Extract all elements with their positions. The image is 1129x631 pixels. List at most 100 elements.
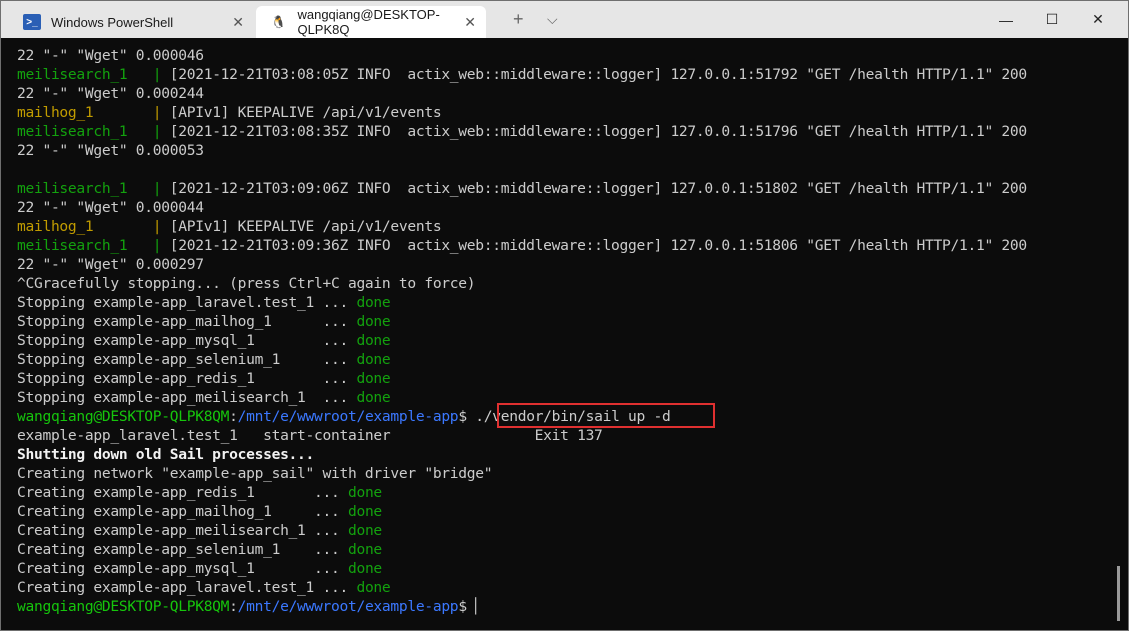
terminal-text: mailhog_1: [17, 218, 153, 235]
terminal-text: example-app_laravel.test_1 start-contain…: [17, 427, 603, 444]
terminal-line: mailhog_1 | [APIv1] KEEPALIVE /api/v1/ev…: [17, 217, 1027, 236]
terminal-text: Stopping example-app_selenium_1 ...: [17, 351, 357, 368]
terminal-text: done: [347, 484, 382, 501]
terminal-text: done: [356, 351, 391, 368]
terminal-text: Stopping example-app_laravel.test_1 ...: [17, 294, 357, 311]
terminal-text: [2021-12-21T03:09:06Z INFO actix_web::mi…: [169, 180, 1027, 197]
terminal-text: Stopping example-app_redis_1 ...: [17, 370, 357, 387]
terminal-line: Shutting down old Sail processes...: [17, 445, 1027, 464]
terminal-text: |: [152, 237, 170, 254]
terminal-text: done: [356, 294, 391, 311]
terminal-line: meilisearch_1 | [2021-12-21T03:09:36Z IN…: [17, 236, 1027, 255]
terminal-text: done: [356, 332, 391, 349]
terminal-text: done: [347, 503, 382, 520]
terminal-line: Stopping example-app_mailhog_1 ... done: [17, 312, 1027, 331]
terminal-text: done: [347, 560, 382, 577]
command-highlight-box: [497, 403, 715, 428]
tab-label: wangqiang@DESKTOP-QLPK8Q: [297, 7, 440, 37]
terminal-text: ▏: [475, 598, 484, 615]
terminal-line: 22 "-" "Wget" 0.000244: [17, 84, 1027, 103]
terminal-line: Stopping example-app_redis_1 ... done: [17, 369, 1027, 388]
tab-windows-powershell[interactable]: >_ Windows PowerShell ✕: [9, 6, 254, 38]
terminal-text: Stopping example-app_mysql_1 ...: [17, 332, 357, 349]
terminal-text: done: [347, 541, 382, 558]
terminal-text: :: [229, 598, 238, 615]
terminal-text: meilisearch_1: [17, 66, 153, 83]
close-tab-icon[interactable]: ✕: [232, 14, 244, 31]
terminal-text: [2021-12-21T03:09:36Z INFO actix_web::mi…: [169, 237, 1027, 254]
powershell-icon: >_: [23, 14, 41, 30]
terminal-text: wangqiang@DESKTOP-QLPK8QM: [17, 598, 230, 615]
terminal-text: [APIv1] KEEPALIVE /api/v1/events: [169, 218, 442, 235]
terminal-line: Creating example-app_meilisearch_1 ... d…: [17, 521, 1027, 540]
terminal-text: /mnt/e/wwwroot/example-app: [237, 408, 459, 425]
terminal-text: :: [229, 408, 238, 425]
terminal-text: Creating example-app_laravel.test_1 ...: [17, 579, 357, 596]
terminal-text: |: [152, 218, 170, 235]
terminal-text: Creating example-app_mailhog_1 ...: [17, 503, 348, 520]
scrollbar[interactable]: [1117, 566, 1120, 621]
terminal-text: Stopping example-app_meilisearch_1 ...: [17, 389, 357, 406]
terminal-text: Creating example-app_selenium_1 ...: [17, 541, 348, 558]
close-button[interactable]: ✕: [1075, 1, 1121, 38]
terminal-text: Creating example-app_mysql_1 ...: [17, 560, 348, 577]
terminal-line: wangqiang@DESKTOP-QLPK8QM:/mnt/e/wwwroot…: [17, 597, 1027, 616]
terminal-text: |: [152, 104, 170, 121]
terminal-text: 22 "-" "Wget" 0.000053: [17, 142, 204, 159]
terminal-text: mailhog_1: [17, 104, 153, 121]
terminal-line: mailhog_1 | [APIv1] KEEPALIVE /api/v1/ev…: [17, 103, 1027, 122]
terminal-text: [2021-12-21T03:08:05Z INFO actix_web::mi…: [169, 66, 1027, 83]
terminal-text: done: [356, 579, 391, 596]
close-tab-icon[interactable]: ✕: [464, 14, 476, 31]
terminal-line: Creating example-app_selenium_1 ... done: [17, 540, 1027, 559]
terminal-text: done: [356, 370, 391, 387]
linux-penguin-icon: 🐧: [271, 15, 287, 29]
terminal-line: Creating network "example-app_sail" with…: [17, 464, 1027, 483]
terminal-text: 22 "-" "Wget" 0.000297: [17, 256, 204, 273]
terminal-line: Stopping example-app_laravel.test_1 ... …: [17, 293, 1027, 312]
terminal-text: [APIv1] KEEPALIVE /api/v1/events: [169, 104, 442, 121]
terminal-text: done: [347, 522, 382, 539]
maximize-button[interactable]: ☐: [1029, 1, 1075, 38]
terminal-text: 22 "-" "Wget" 0.000046: [17, 47, 204, 64]
terminal-line: meilisearch_1 | [2021-12-21T03:08:35Z IN…: [17, 122, 1027, 141]
terminal-line: meilisearch_1 | [2021-12-21T03:09:06Z IN…: [17, 179, 1027, 198]
terminal-text: |: [152, 66, 170, 83]
terminal-text: wangqiang@DESKTOP-QLPK8QM: [17, 408, 230, 425]
terminal-line: 22 "-" "Wget" 0.000046: [17, 46, 1027, 65]
terminal-text: meilisearch_1: [17, 237, 153, 254]
terminal-text: ^CGracefully stopping... (press Ctrl+C a…: [17, 275, 476, 292]
terminal-line: Stopping example-app_selenium_1 ... done: [17, 350, 1027, 369]
terminal-line: 22 "-" "Wget" 0.000044: [17, 198, 1027, 217]
terminal-line: ^CGracefully stopping... (press Ctrl+C a…: [17, 274, 1027, 293]
tab-dropdown-button[interactable]: ⌵: [547, 11, 558, 28]
terminal-line: 22 "-" "Wget" 0.000053: [17, 141, 1027, 160]
terminal-window: >_ Windows PowerShell ✕ 🐧 wangqiang@DESK…: [0, 0, 1129, 631]
terminal-text: meilisearch_1: [17, 123, 153, 140]
terminal-text: done: [356, 389, 391, 406]
terminal-text: [2021-12-21T03:08:35Z INFO actix_web::mi…: [169, 123, 1027, 140]
terminal-text: |: [152, 180, 170, 197]
terminal-line: Creating example-app_mailhog_1 ... done: [17, 502, 1027, 521]
terminal-line: meilisearch_1 | [2021-12-21T03:08:05Z IN…: [17, 65, 1027, 84]
terminal-text: |: [152, 123, 170, 140]
terminal-line: Creating example-app_laravel.test_1 ... …: [17, 578, 1027, 597]
terminal-text: /mnt/e/wwwroot/example-app: [237, 598, 459, 615]
terminal-text: Creating network "example-app_sail" with…: [17, 465, 493, 482]
terminal-text: Shutting down old Sail processes...: [17, 446, 315, 463]
terminal-text: Creating example-app_redis_1 ...: [17, 484, 348, 501]
terminal-line: Creating example-app_redis_1 ... done: [17, 483, 1027, 502]
terminal-text: meilisearch_1: [17, 180, 153, 197]
tab-ubuntu[interactable]: 🐧 wangqiang@DESKTOP-QLPK8Q ✕: [256, 6, 486, 38]
terminal-text: $: [458, 598, 476, 615]
terminal-line: example-app_laravel.test_1 start-contain…: [17, 426, 1027, 445]
tab-label: Windows PowerShell: [51, 14, 174, 30]
terminal-output[interactable]: 22 "-" "Wget" 0.000046 meilisearch_1 | [2…: [17, 46, 1027, 616]
new-tab-button[interactable]: +: [513, 9, 524, 30]
minimize-button[interactable]: —: [983, 1, 1029, 38]
title-bar: >_ Windows PowerShell ✕ 🐧 wangqiang@DESK…: [1, 1, 1128, 38]
terminal-text: 22 "-" "Wget" 0.000244: [17, 85, 204, 102]
terminal-text: 22 "-" "Wget" 0.000044: [17, 199, 204, 216]
terminal-text: Creating example-app_meilisearch_1 ...: [17, 522, 348, 539]
terminal-line: Creating example-app_mysql_1 ... done: [17, 559, 1027, 578]
